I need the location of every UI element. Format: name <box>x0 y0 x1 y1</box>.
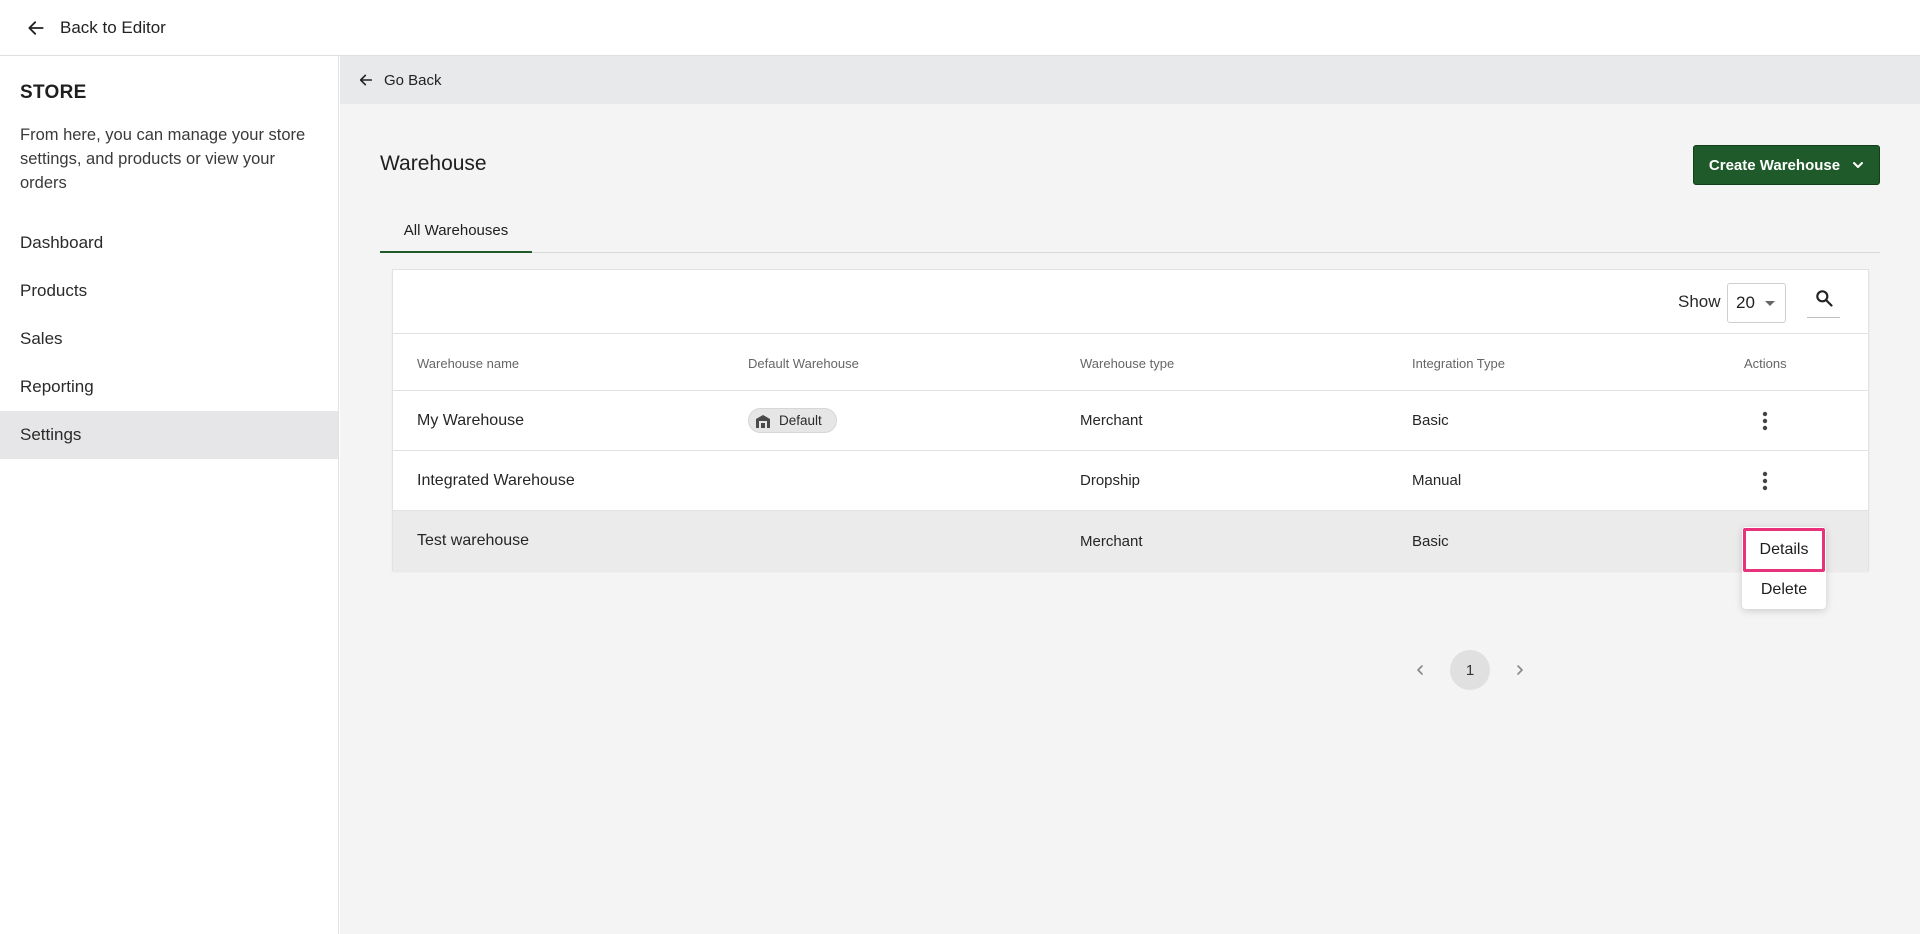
back-to-editor-button[interactable]: Back to Editor <box>26 18 166 38</box>
warehouse-name-cell: Integrated Warehouse <box>417 471 575 489</box>
table-header: Warehouse name Default Warehouse Warehou… <box>393 334 1868 391</box>
go-back-button[interactable]: Go Back <box>358 72 442 89</box>
column-header-warehouse-name: Warehouse name <box>417 356 520 371</box>
table-row[interactable]: Integrated Warehouse Dropship Manual <box>393 451 1868 511</box>
store-description: From here, you can manage your store set… <box>20 126 306 192</box>
pagination-page-button[interactable]: 1 <box>1450 650 1490 690</box>
sidebar-item-settings[interactable]: Settings <box>0 411 338 459</box>
main-content: Go Back Warehouse Create Warehouse All W… <box>340 56 1920 934</box>
sidebar-item-reporting[interactable]: Reporting <box>0 363 338 411</box>
warehouse-type-cell: Merchant <box>1080 412 1143 429</box>
menu-item-details[interactable]: Details <box>1743 528 1825 572</box>
go-back-label: Go Back <box>384 71 442 89</box>
page-size-select[interactable]: 20 <box>1727 283 1786 323</box>
tab-all-warehouses[interactable]: All Warehouses <box>380 209 532 253</box>
more-vertical-icon <box>1762 411 1768 430</box>
table-row[interactable]: My Warehouse Default Merchant Basic <box>393 391 1868 451</box>
sidebar-nav: Dashboard Products Sales Reporting Setti… <box>0 219 338 459</box>
column-header-integration-type: Integration Type <box>1412 356 1505 371</box>
create-warehouse-button[interactable]: Create Warehouse <box>1693 145 1880 185</box>
pagination-prev-button[interactable] <box>1410 660 1430 680</box>
sidebar-item-sales[interactable]: Sales <box>0 315 338 363</box>
integration-type-cell: Basic <box>1412 412 1449 429</box>
warehouse-name-cell: My Warehouse <box>417 411 524 429</box>
top-bar: Back to Editor <box>0 0 1920 56</box>
create-warehouse-label: Create Warehouse <box>1708 156 1841 174</box>
sidebar-item-dashboard[interactable]: Dashboard <box>0 219 338 267</box>
warehouse-name-cell: Test warehouse <box>417 532 530 549</box>
row-action-menu: Details Delete <box>1742 527 1826 609</box>
page-size-value: 20 <box>1736 293 1755 312</box>
show-label: Show <box>1678 292 1721 311</box>
tab-bar: All Warehouses <box>380 209 1880 253</box>
integration-type-cell: Manual <box>1412 472 1462 489</box>
sidebar: STORE From here, you can manage your sto… <box>0 56 339 934</box>
default-warehouse-cell: Default <box>748 391 837 450</box>
row-actions-button[interactable] <box>1750 391 1780 450</box>
warehouse-icon <box>756 414 770 428</box>
table-row[interactable]: Test warehouse Merchant Basic <box>393 511 1868 571</box>
pagination: 1 <box>1410 650 1530 690</box>
caret-down-icon <box>1765 301 1775 306</box>
chevron-left-icon <box>1417 665 1423 675</box>
sidebar-item-products[interactable]: Products <box>0 267 338 315</box>
page-title: Warehouse <box>380 152 487 175</box>
chevron-right-icon <box>1517 665 1523 675</box>
more-vertical-icon <box>1762 471 1768 490</box>
arrow-left-icon <box>28 20 44 35</box>
table-toolbar: Show 20 <box>393 270 1868 334</box>
search-icon <box>1815 290 1833 307</box>
menu-item-delete[interactable]: Delete <box>1742 572 1826 608</box>
warehouse-type-cell: Merchant <box>1080 532 1143 550</box>
integration-type-cell: Basic <box>1412 532 1449 550</box>
column-header-warehouse-type: Warehouse type <box>1080 356 1175 371</box>
column-header-default-warehouse: Default Warehouse <box>748 356 859 371</box>
go-back-bar: Go Back <box>340 56 1920 104</box>
warehouse-table-card: Show 20 Warehouse name Default Warehouse… <box>392 269 1869 571</box>
default-badge: Default <box>748 408 837 433</box>
arrow-left-icon <box>359 74 373 86</box>
row-actions-button[interactable] <box>1750 451 1780 510</box>
warehouse-type-cell: Dropship <box>1080 472 1141 489</box>
default-badge-label: Default <box>779 413 822 428</box>
search-button[interactable] <box>1807 288 1840 318</box>
column-header-actions: Actions <box>1744 356 1787 371</box>
store-title: STORE <box>20 82 87 103</box>
chevron-down-icon <box>1853 162 1864 168</box>
pagination-next-button[interactable] <box>1510 660 1530 680</box>
back-to-editor-label: Back to Editor <box>60 17 166 37</box>
